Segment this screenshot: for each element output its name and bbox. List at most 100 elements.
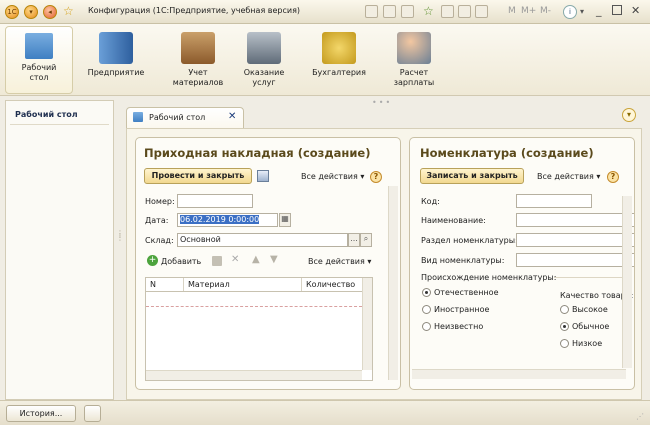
form-title: Приходная накладная (создание)	[144, 146, 371, 160]
section-field[interactable]	[516, 233, 634, 247]
star-icon[interactable]: ☆	[63, 4, 74, 18]
delete-row-icon[interactable]: ✕	[231, 254, 239, 265]
quality-option-high[interactable]: Высокое	[572, 305, 608, 314]
name-field[interactable]	[516, 213, 634, 227]
date-label: Дата:	[145, 216, 169, 225]
panel-splitter[interactable]: ⋮ ⋮	[116, 230, 124, 242]
date-field[interactable]: 06.02.2019 0:00:00	[177, 213, 278, 227]
warehouse-label: Склад:	[145, 236, 174, 245]
menu-icon[interactable]: ▾	[24, 5, 38, 19]
quality-radio-high[interactable]	[560, 305, 569, 314]
write-and-close-button[interactable]: Записать и закрыть	[420, 168, 524, 184]
desktop-icon	[25, 33, 53, 59]
dropdown-icon[interactable]: ▾	[580, 7, 584, 16]
tabs-menu-icon[interactable]: ▾	[622, 108, 636, 122]
add-icon[interactable]: +	[147, 255, 158, 266]
tab-bar: Рабочий стол ✕ ▾	[122, 104, 642, 129]
section-materials[interactable]: Учет материалов	[158, 26, 238, 94]
section-payroll[interactable]: Расчет зарплаты	[380, 26, 448, 94]
window-title: Конфигурация (1С:Предприятие, учебная ве…	[88, 6, 301, 15]
save-icon[interactable]	[257, 170, 269, 182]
resize-grip-icon[interactable]: ⋰	[636, 412, 644, 421]
form-vertical-scrollbar[interactable]	[622, 196, 632, 368]
sections-panel: Рабочий стол Предприятие Учет материалов…	[0, 24, 650, 107]
post-and-close-button[interactable]: Провести и закрыть	[144, 168, 252, 184]
boxes-icon	[181, 32, 215, 64]
move-down-icon[interactable]: ▼	[270, 254, 278, 265]
back-icon[interactable]: ◂	[43, 5, 57, 19]
register-icon	[247, 32, 281, 64]
form-vertical-scrollbar[interactable]	[388, 186, 398, 380]
open-search-icon[interactable]: ⌕	[360, 233, 372, 247]
tab-close-icon[interactable]: ✕	[228, 111, 236, 122]
code-field[interactable]	[516, 194, 592, 208]
kind-field[interactable]	[516, 253, 634, 267]
memory-plus-button[interactable]: M+	[521, 6, 536, 16]
save-icon[interactable]	[383, 5, 396, 18]
left-panel-header[interactable]: Рабочий стол	[15, 110, 78, 119]
number-field[interactable]	[177, 194, 253, 208]
people-icon	[397, 32, 431, 64]
tab-desktop[interactable]: Рабочий стол ✕	[126, 107, 244, 129]
quality-radio-normal[interactable]	[560, 322, 569, 331]
form-title: Номенклатура (создание)	[420, 146, 594, 160]
title-bar: 1С ▾ ◂ ☆ Конфигурация (1С:Предприятие, у…	[0, 0, 650, 24]
column-header-material[interactable]: Материал	[184, 278, 302, 291]
origin-option-foreign[interactable]: Иностранное	[434, 305, 489, 314]
kind-label: Вид номенклатуры:	[421, 256, 505, 265]
move-up-icon[interactable]: ▲	[252, 254, 260, 265]
table-icon[interactable]	[475, 5, 488, 18]
section-accounting[interactable]: Бухгалтерия	[305, 26, 373, 94]
windows-list-icon[interactable]	[84, 405, 101, 422]
section-desktop[interactable]: Рабочий стол	[5, 26, 73, 94]
origin-radio-foreign[interactable]	[422, 305, 431, 314]
origin-option-unknown[interactable]: Неизвестно	[434, 322, 483, 331]
maximize-icon[interactable]	[612, 5, 622, 15]
section-enterprise-label: Предприятие	[87, 68, 145, 77]
all-actions-menu[interactable]: Все действия ▾	[301, 172, 364, 181]
table-vertical-scrollbar[interactable]	[362, 278, 372, 370]
info-icon[interactable]: i	[563, 5, 577, 19]
warehouse-field[interactable]: Основной	[177, 233, 348, 247]
left-navigation-panel: Рабочий стол	[5, 100, 114, 400]
help-icon[interactable]: ?	[607, 171, 619, 183]
all-actions-menu[interactable]: Все действия ▾	[537, 172, 600, 181]
quality-option-low[interactable]: Низкое	[572, 339, 602, 348]
materials-table[interactable]: N Материал Количество	[145, 277, 373, 381]
table-horizontal-scrollbar[interactable]	[146, 370, 362, 380]
quality-radio-low[interactable]	[560, 339, 569, 348]
building-icon	[99, 32, 133, 64]
calendar-icon[interactable]	[441, 5, 454, 18]
column-header-quantity[interactable]: Количество	[302, 278, 362, 291]
quality-option-normal[interactable]: Обычное	[572, 322, 609, 331]
section-materials-label: Учет материалов	[172, 68, 224, 87]
calendar-icon[interactable]: ▦	[279, 213, 291, 227]
origin-option-domestic[interactable]: Отечественное	[434, 288, 499, 297]
column-header-n[interactable]: N	[146, 278, 184, 291]
origin-radio-domestic[interactable]	[422, 288, 431, 297]
copy-icon[interactable]	[401, 5, 414, 18]
help-icon[interactable]: ?	[370, 171, 382, 183]
left-panel-divider	[10, 124, 109, 125]
history-button[interactable]: История...	[6, 405, 76, 422]
tab-label: Рабочий стол	[149, 113, 206, 122]
select-ellipsis-button[interactable]: ...	[348, 233, 360, 247]
table-all-actions-menu[interactable]: Все действия ▾	[308, 257, 371, 266]
memory-minus-button[interactable]: M-	[540, 6, 551, 16]
add-button[interactable]: Добавить	[161, 257, 201, 266]
form-horizontal-scrollbar[interactable]	[412, 369, 626, 379]
favorite-icon[interactable]: ☆	[423, 4, 434, 18]
logo-icon[interactable]: 1С	[5, 5, 19, 19]
receipt-invoice-form: Приходная накладная (создание) Провести …	[135, 137, 401, 390]
calc-icon[interactable]	[458, 5, 471, 18]
print-icon[interactable]	[365, 5, 378, 18]
section-services[interactable]: Оказание услуг	[232, 26, 296, 94]
origin-radio-unknown[interactable]	[422, 322, 431, 331]
close-icon[interactable]: ✕	[631, 4, 640, 17]
section-enterprise[interactable]: Предприятие	[82, 26, 150, 94]
minimize-icon[interactable]: _	[596, 4, 602, 17]
memory-button[interactable]: M	[508, 6, 516, 16]
section-services-label: Оказание услуг	[243, 68, 285, 87]
copy-row-icon[interactable]	[212, 256, 222, 266]
section-payroll-label: Расчет зарплаты	[393, 68, 435, 87]
